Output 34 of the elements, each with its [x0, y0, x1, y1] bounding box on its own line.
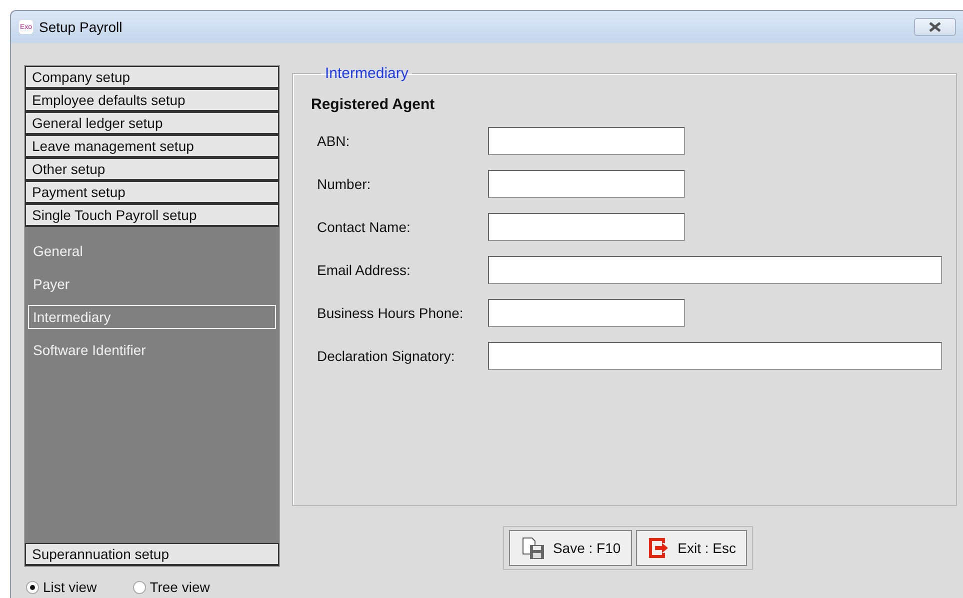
input-field[interactable]: [488, 342, 942, 370]
field-label: Business Hours Phone:: [316, 304, 464, 320]
close-button[interactable]: [914, 18, 956, 36]
sidebar-section[interactable]: General ledger setup: [25, 112, 279, 135]
sidebar-section[interactable]: Superannuation setup: [25, 543, 279, 566]
view-radio[interactable]: List view: [26, 579, 97, 595]
radio-icon[interactable]: [26, 580, 39, 594]
close-icon: [928, 22, 942, 32]
sidebar-section[interactable]: Company setup: [25, 66, 279, 89]
exit-button[interactable]: Exit : Esc: [636, 530, 748, 566]
field-label: Contact Name:: [316, 218, 412, 234]
field-label: Declaration Signatory:: [316, 348, 456, 364]
section-heading: Registered Agent: [311, 96, 436, 113]
field-label: Number:: [316, 176, 372, 192]
sidebar-section[interactable]: Leave management setup: [25, 135, 279, 158]
save-button[interactable]: Save : F10: [508, 530, 632, 566]
input-field[interactable]: [488, 298, 685, 326]
window-title: Setup Payroll: [39, 19, 124, 35]
view-radio[interactable]: Tree view: [132, 579, 210, 595]
input-field[interactable]: [488, 126, 685, 154]
sidebar-section[interactable]: Employee defaults setup: [25, 89, 279, 112]
input-field[interactable]: [488, 212, 685, 240]
sidebar-section[interactable]: Single Touch Payroll setup: [25, 204, 279, 227]
radio-icon[interactable]: [132, 580, 146, 594]
radio-label: Tree view: [150, 579, 210, 595]
input-field[interactable]: [488, 256, 942, 284]
panel-legend: Intermediary: [321, 65, 412, 82]
field-label: Email Address:: [316, 262, 412, 278]
save-icon: [520, 536, 546, 560]
input-field[interactable]: [488, 170, 685, 198]
sidebar-section[interactable]: Other setup: [25, 158, 279, 181]
sidebar-section[interactable]: Payment setup: [25, 181, 279, 204]
radio-label: List view: [43, 579, 97, 595]
field-label: ABN:: [316, 132, 351, 148]
